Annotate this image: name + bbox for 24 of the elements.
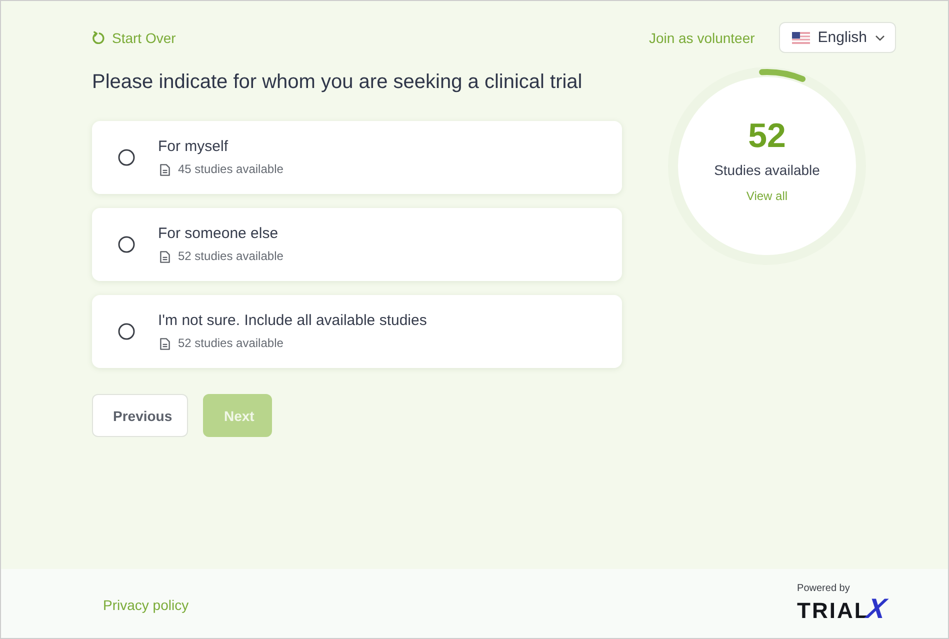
option-label: I'm not sure. Include all available studies xyxy=(158,312,427,330)
study-count: 45 studies available xyxy=(178,162,284,177)
flag-icon xyxy=(792,32,810,44)
document-icon xyxy=(160,250,170,262)
powered-by-label: Powered by xyxy=(797,583,850,595)
option-label: For myself xyxy=(158,138,230,156)
restart-icon xyxy=(92,31,105,44)
study-total: 52 xyxy=(748,116,786,156)
study-count: 52 studies available xyxy=(178,249,284,264)
previous-button[interactable]: Previous xyxy=(92,394,188,437)
language-selector[interactable]: English xyxy=(778,22,896,53)
radio-button[interactable] xyxy=(118,323,135,340)
option-card[interactable]: For myself 45 studies available xyxy=(92,121,622,194)
radio-button[interactable] xyxy=(118,236,135,253)
document-icon xyxy=(160,164,170,176)
studies-available-label: Studies available xyxy=(714,162,820,179)
option-label: For someone else xyxy=(158,225,280,243)
option-card[interactable]: I'm not sure. Include all available studies 52 studies available xyxy=(92,295,622,368)
chevron-down-icon xyxy=(875,34,885,40)
option-card[interactable]: For someone else 52 studies available xyxy=(92,208,622,281)
radio-button[interactable] xyxy=(118,149,135,166)
document-icon xyxy=(160,338,170,350)
study-count: 52 studies available xyxy=(178,336,284,351)
question-heading: Please indicate for whom you are seeking a clinical trial xyxy=(92,70,584,94)
